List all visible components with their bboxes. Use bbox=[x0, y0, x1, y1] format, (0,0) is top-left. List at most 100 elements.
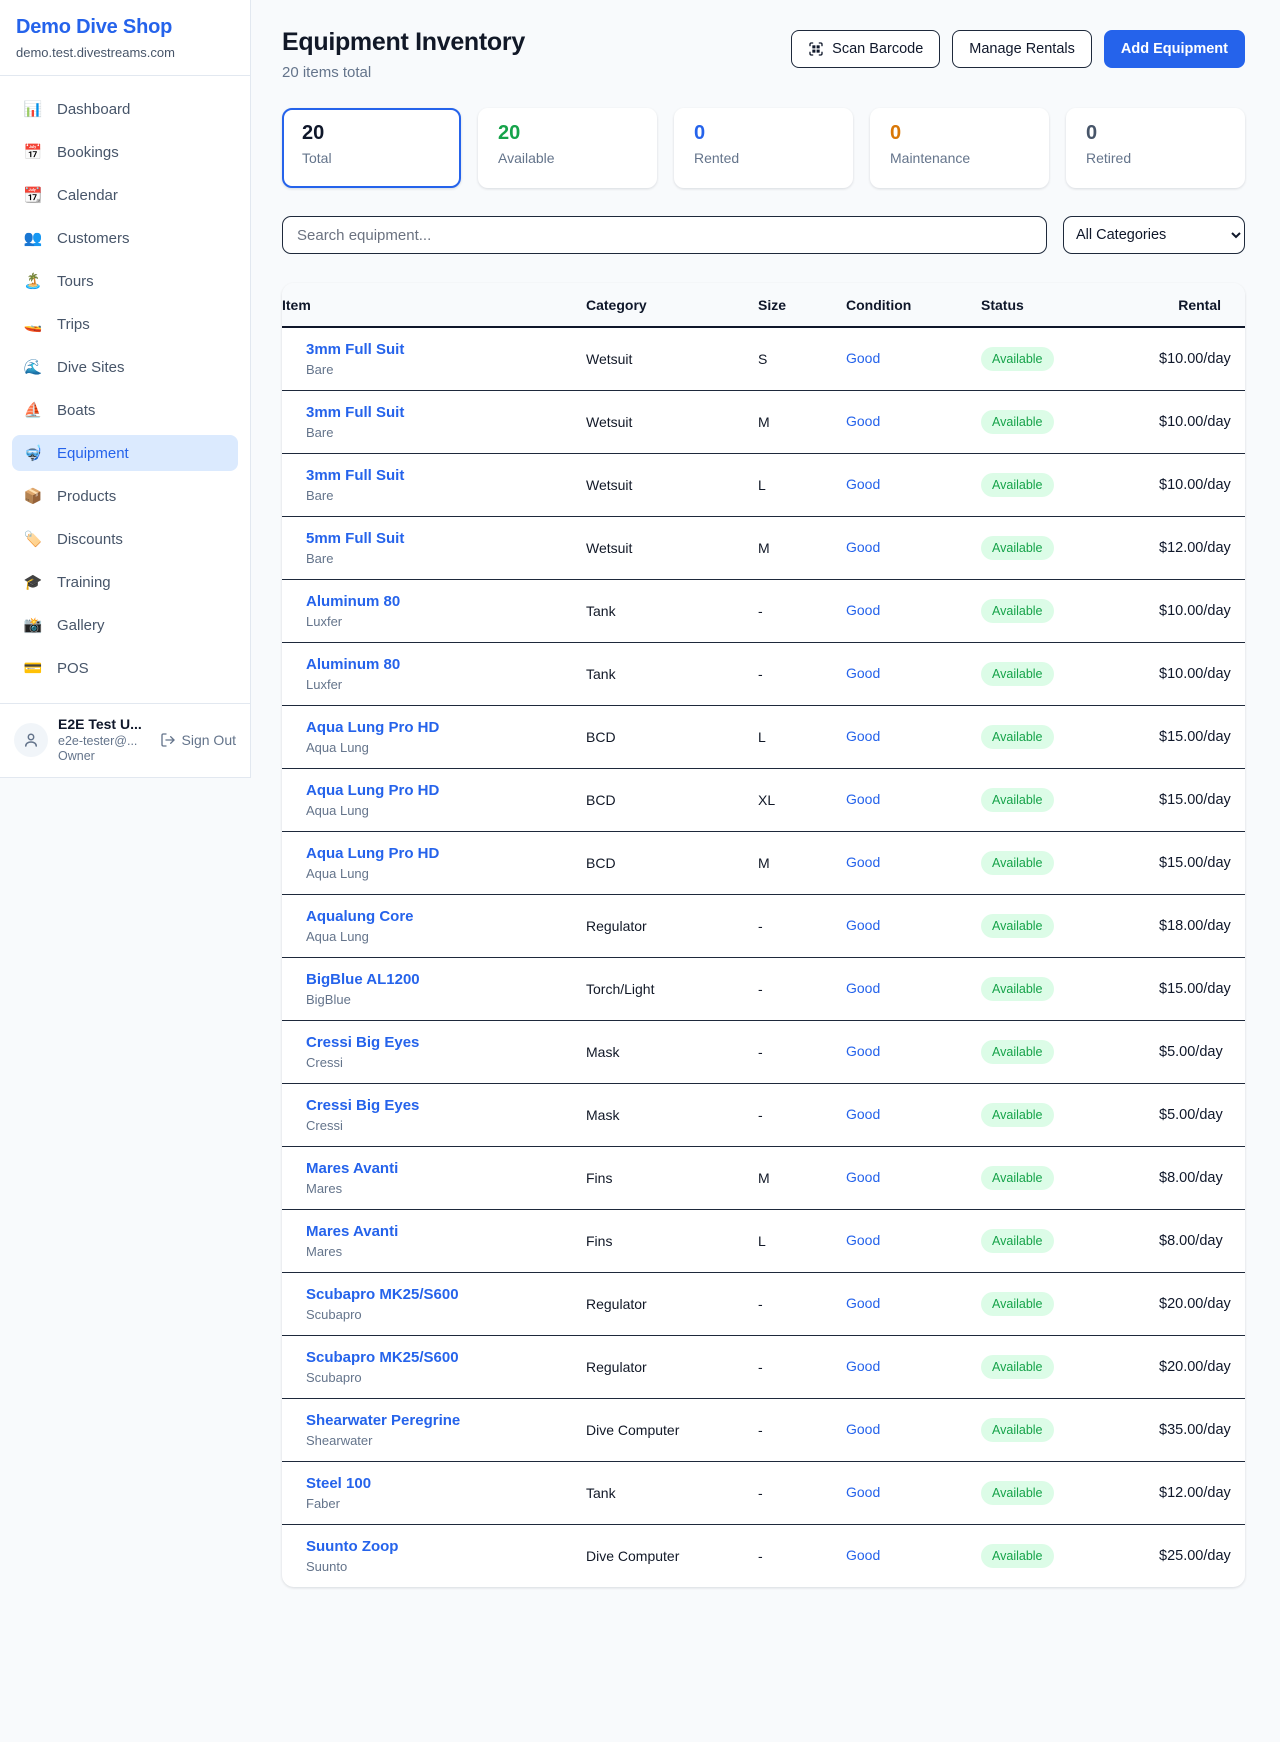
item-name-link[interactable]: 3mm Full Suit bbox=[306, 467, 586, 484]
table-row[interactable]: Mares Avanti Mares Fins M Good Available… bbox=[282, 1147, 1245, 1210]
condition-link[interactable]: Good bbox=[846, 1106, 880, 1122]
condition-link[interactable]: Good bbox=[846, 1043, 880, 1059]
item-name-link[interactable]: 3mm Full Suit bbox=[306, 341, 586, 358]
table-row[interactable]: 3mm Full Suit Bare Wetsuit M Good Availa… bbox=[282, 391, 1245, 454]
condition-link[interactable]: Good bbox=[846, 476, 880, 492]
item-name-link[interactable]: Aqualung Core bbox=[306, 908, 586, 925]
item-name-link[interactable]: BigBlue AL1200 bbox=[306, 971, 586, 988]
table-row[interactable]: Aluminum 80 Luxfer Tank - Good Available… bbox=[282, 643, 1245, 706]
sidebar-item[interactable]: 🎓 Training bbox=[12, 564, 238, 600]
item-brand: Cressi bbox=[306, 1118, 586, 1133]
item-name-link[interactable]: Shearwater Peregrine bbox=[306, 1412, 586, 1429]
table-row[interactable]: Steel 100 Faber Tank - Good Available $1… bbox=[282, 1462, 1245, 1525]
sidebar-item[interactable]: 🏷️ Discounts bbox=[12, 521, 238, 557]
page-title: Equipment Inventory bbox=[282, 28, 525, 57]
sign-out-button[interactable]: Sign Out bbox=[160, 732, 236, 748]
rental-rate: $15.00/day bbox=[1159, 706, 1245, 769]
rental-rate: $25.00/day bbox=[1159, 1525, 1245, 1588]
table-row[interactable]: Mares Avanti Mares Fins L Good Available… bbox=[282, 1210, 1245, 1273]
table-row[interactable]: 3mm Full Suit Bare Wetsuit S Good Availa… bbox=[282, 327, 1245, 391]
stat-card[interactable]: 20 Available bbox=[478, 108, 657, 188]
table-row[interactable]: Shearwater Peregrine Shearwater Dive Com… bbox=[282, 1399, 1245, 1462]
sidebar-item[interactable]: 📦 Products bbox=[12, 478, 238, 514]
item-name-link[interactable]: Mares Avanti bbox=[306, 1223, 586, 1240]
condition-link[interactable]: Good bbox=[846, 1421, 880, 1437]
sidebar-item[interactable]: 👥 Customers bbox=[12, 220, 238, 256]
table-row[interactable]: Scubapro MK25/S600 Scubapro Regulator - … bbox=[282, 1336, 1245, 1399]
sidebar-item[interactable]: 🏝️ Tours bbox=[12, 263, 238, 299]
table-row[interactable]: Aqua Lung Pro HD Aqua Lung BCD XL Good A… bbox=[282, 769, 1245, 832]
people-icon: 👥 bbox=[23, 229, 43, 247]
sidebar-item[interactable]: 🤿 Equipment bbox=[12, 435, 238, 471]
table-row[interactable]: Cressi Big Eyes Cressi Mask - Good Avail… bbox=[282, 1021, 1245, 1084]
condition-link[interactable]: Good bbox=[846, 602, 880, 618]
condition-link[interactable]: Good bbox=[846, 1232, 880, 1248]
item-name-link[interactable]: Suunto Zoop bbox=[306, 1538, 586, 1555]
stat-card[interactable]: 0 Retired bbox=[1066, 108, 1245, 188]
condition-link[interactable]: Good bbox=[846, 980, 880, 996]
table-row[interactable]: Scubapro MK25/S600 Scubapro Regulator - … bbox=[282, 1273, 1245, 1336]
table-row[interactable]: Cressi Big Eyes Cressi Mask - Good Avail… bbox=[282, 1084, 1245, 1147]
item-name-link[interactable]: Mares Avanti bbox=[306, 1160, 586, 1177]
item-name-link[interactable]: Aluminum 80 bbox=[306, 593, 586, 610]
item-name-link[interactable]: Cressi Big Eyes bbox=[306, 1034, 586, 1051]
sidebar-item[interactable]: 📊 Dashboard bbox=[12, 91, 238, 127]
stat-card[interactable]: 0 Maintenance bbox=[870, 108, 1049, 188]
sidebar-item[interactable]: 📆 Calendar bbox=[12, 177, 238, 213]
condition-link[interactable]: Good bbox=[846, 728, 880, 744]
item-name-link[interactable]: Cressi Big Eyes bbox=[306, 1097, 586, 1114]
item-name-link[interactable]: 5mm Full Suit bbox=[306, 530, 586, 547]
table-row[interactable]: Aqualung Core Aqua Lung Regulator - Good… bbox=[282, 895, 1245, 958]
condition-link[interactable]: Good bbox=[846, 1358, 880, 1374]
condition-link[interactable]: Good bbox=[846, 350, 880, 366]
sidebar-item[interactable]: ⛵ Boats bbox=[12, 392, 238, 428]
item-name-link[interactable]: Scubapro MK25/S600 bbox=[306, 1286, 586, 1303]
condition-link[interactable]: Good bbox=[846, 1295, 880, 1311]
condition-link[interactable]: Good bbox=[846, 413, 880, 429]
scan-barcode-label: Scan Barcode bbox=[832, 41, 923, 57]
table-row[interactable]: BigBlue AL1200 BigBlue Torch/Light - Goo… bbox=[282, 958, 1245, 1021]
table-row[interactable]: Aqua Lung Pro HD Aqua Lung BCD L Good Av… bbox=[282, 706, 1245, 769]
user-email: e2e-tester@... bbox=[58, 734, 142, 750]
sidebar-item[interactable]: 🌊 Dive Sites bbox=[12, 349, 238, 385]
condition-link[interactable]: Good bbox=[846, 854, 880, 870]
condition-link[interactable]: Good bbox=[846, 917, 880, 933]
table-row[interactable]: 3mm Full Suit Bare Wetsuit L Good Availa… bbox=[282, 454, 1245, 517]
table-row[interactable]: Suunto Zoop Suunto Dive Computer - Good … bbox=[282, 1525, 1245, 1588]
search-input[interactable] bbox=[282, 216, 1047, 254]
condition-link[interactable]: Good bbox=[846, 539, 880, 555]
condition-link[interactable]: Good bbox=[846, 1484, 880, 1500]
sailboat-icon: ⛵ bbox=[23, 401, 43, 419]
item-name-link[interactable]: Steel 100 bbox=[306, 1475, 586, 1492]
table-row[interactable]: Aqua Lung Pro HD Aqua Lung BCD M Good Av… bbox=[282, 832, 1245, 895]
add-equipment-button[interactable]: Add Equipment bbox=[1104, 30, 1245, 68]
condition-link[interactable]: Good bbox=[846, 665, 880, 681]
item-name-link[interactable]: Aqua Lung Pro HD bbox=[306, 782, 586, 799]
sidebar-item[interactable]: 🚤 Trips bbox=[12, 306, 238, 342]
category-select[interactable]: All Categories bbox=[1063, 216, 1245, 254]
condition-link[interactable]: Good bbox=[846, 791, 880, 807]
condition-link[interactable]: Good bbox=[846, 1547, 880, 1563]
rental-rate: $10.00/day bbox=[1159, 580, 1245, 643]
sidebar-item[interactable]: 📅 Bookings bbox=[12, 134, 238, 170]
status-badge: Available bbox=[981, 725, 1054, 749]
status-badge: Available bbox=[981, 347, 1054, 371]
item-name-link[interactable]: Scubapro MK25/S600 bbox=[306, 1349, 586, 1366]
stat-card[interactable]: 0 Rented bbox=[674, 108, 853, 188]
scan-barcode-button[interactable]: Scan Barcode bbox=[791, 30, 940, 68]
item-name-link[interactable]: Aluminum 80 bbox=[306, 656, 586, 673]
item-size: - bbox=[758, 1399, 846, 1462]
condition-link[interactable]: Good bbox=[846, 1169, 880, 1185]
table-row[interactable]: Aluminum 80 Luxfer Tank - Good Available… bbox=[282, 580, 1245, 643]
table-row[interactable]: 5mm Full Suit Bare Wetsuit M Good Availa… bbox=[282, 517, 1245, 580]
stat-card[interactable]: 20 Total bbox=[282, 108, 461, 188]
sidebar-item[interactable]: 💳 POS bbox=[12, 650, 238, 686]
brand-name[interactable]: Demo Dive Shop bbox=[16, 16, 234, 39]
manage-rentals-button[interactable]: Manage Rentals bbox=[952, 30, 1092, 68]
item-name-link[interactable]: Aqua Lung Pro HD bbox=[306, 845, 586, 862]
column-header: Status bbox=[981, 283, 1159, 327]
item-name-link[interactable]: Aqua Lung Pro HD bbox=[306, 719, 586, 736]
sidebar-item[interactable]: 📸 Gallery bbox=[12, 607, 238, 643]
item-name-link[interactable]: 3mm Full Suit bbox=[306, 404, 586, 421]
page-header: Equipment Inventory 20 items total Scan … bbox=[282, 28, 1245, 81]
